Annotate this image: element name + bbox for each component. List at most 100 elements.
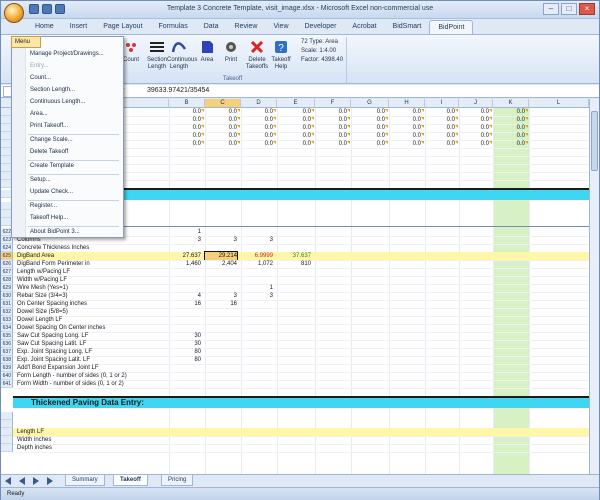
- menu-item-setup[interactable]: Setup...: [30, 177, 51, 183]
- grid-cell[interactable]: 0.0: [241, 108, 273, 116]
- close-button[interactable]: ×: [579, 3, 595, 15]
- row-header[interactable]: 639: [1, 364, 13, 372]
- menu-item-count[interactable]: Count...: [30, 75, 51, 81]
- tab-insert[interactable]: Insert: [62, 20, 96, 34]
- tab-developer[interactable]: Developer: [297, 20, 345, 34]
- data-cell[interactable]: 37.637: [277, 252, 311, 260]
- row-header[interactable]: 625: [1, 252, 13, 260]
- grid-cell[interactable]: 0.0: [493, 132, 525, 140]
- data-cell[interactable]: 1,072: [241, 260, 273, 268]
- data-cell[interactable]: 3: [241, 292, 273, 300]
- formula-input[interactable]: 39633.97421/35454: [147, 87, 209, 94]
- grid-cell[interactable]: 0.0: [493, 140, 525, 148]
- grid-cell[interactable]: 0.0: [169, 124, 201, 132]
- delete-takeoffs-button[interactable]: Delete Takeoffs: [245, 39, 269, 71]
- column-header-h[interactable]: H: [389, 99, 425, 108]
- tab-bidpoint[interactable]: BidPoint: [429, 20, 474, 34]
- grid-cell[interactable]: 0.0: [277, 108, 311, 116]
- grid-cell[interactable]: 0.0: [241, 140, 273, 148]
- grid-cell[interactable]: 0.0: [351, 132, 385, 140]
- column-header-j[interactable]: J: [459, 99, 493, 108]
- column-header-g[interactable]: G: [351, 99, 389, 108]
- tab-data[interactable]: Data: [196, 20, 227, 34]
- data-cell[interactable]: 2,404: [205, 260, 237, 268]
- sheet-nav-first-button[interactable]: [5, 477, 11, 485]
- data-cell[interactable]: 3: [205, 236, 237, 244]
- grid-cell[interactable]: 0.0: [351, 116, 385, 124]
- section-length-button[interactable]: Section Length: [145, 39, 169, 71]
- grid-cell[interactable]: 0.0: [425, 108, 455, 116]
- minimize-button[interactable]: –: [543, 3, 559, 15]
- data-cell[interactable]: 80: [169, 348, 201, 356]
- menu-item-create-template[interactable]: Create Template: [30, 163, 74, 169]
- scroll-thumb[interactable]: [591, 111, 598, 171]
- grid-cell[interactable]: 0.0: [277, 132, 311, 140]
- grid-cell[interactable]: 0.0: [459, 116, 489, 124]
- menu-item-takeoff-help[interactable]: Takeoff Help...: [30, 215, 68, 221]
- sheet-nav-next-button[interactable]: [33, 477, 39, 485]
- grid-cell[interactable]: 0.0: [389, 108, 421, 116]
- row-header[interactable]: 630: [1, 292, 13, 300]
- grid-cell[interactable]: 0.0: [315, 140, 347, 148]
- menu-button[interactable]: Menu: [11, 36, 41, 48]
- maximize-button[interactable]: □: [561, 3, 577, 15]
- grid-cell[interactable]: 0.0: [315, 124, 347, 132]
- tab-view[interactable]: View: [265, 20, 296, 34]
- grid-cell[interactable]: 0.0: [459, 108, 489, 116]
- data-cell[interactable]: 80: [169, 356, 201, 364]
- grid-cell[interactable]: 0.0: [315, 108, 347, 116]
- grid-cell[interactable]: 0.0: [389, 132, 421, 140]
- menu-item-section-length[interactable]: Section Length...: [30, 87, 75, 93]
- row-header[interactable]: 626: [1, 260, 13, 268]
- office-button[interactable]: [4, 3, 24, 23]
- data-cell[interactable]: 810: [277, 260, 311, 268]
- tab-formulas[interactable]: Formulas: [151, 20, 196, 34]
- row-header[interactable]: 635: [1, 332, 13, 340]
- vertical-scrollbar[interactable]: [589, 99, 599, 474]
- tab-acrobat[interactable]: Acrobat: [344, 20, 384, 34]
- grid-cell[interactable]: 0.0: [389, 116, 421, 124]
- row-header[interactable]: 629: [1, 284, 13, 292]
- column-header-c[interactable]: C: [205, 99, 241, 108]
- grid-cell[interactable]: 0.0: [241, 132, 273, 140]
- row-header[interactable]: 631: [1, 300, 13, 308]
- data-cell[interactable]: 3: [169, 236, 201, 244]
- menu-item-area[interactable]: Area...: [30, 111, 48, 117]
- tab-home[interactable]: Home: [27, 20, 62, 34]
- column-header-d[interactable]: D: [241, 99, 277, 108]
- tab-review[interactable]: Review: [227, 20, 266, 34]
- grid-cell[interactable]: 0.0: [169, 108, 201, 116]
- grid-cell[interactable]: 0.0: [277, 140, 311, 148]
- menu-item-manage-project-drawings[interactable]: Manage Project/Drawings...: [30, 51, 104, 57]
- column-header-f[interactable]: F: [315, 99, 351, 108]
- tab-page-layout[interactable]: Page Layout: [95, 20, 150, 34]
- grid-cell[interactable]: 0.0: [459, 140, 489, 148]
- grid-cell[interactable]: 0.0: [389, 140, 421, 148]
- row-header[interactable]: 633: [1, 316, 13, 324]
- data-cell[interactable]: 29.214: [204, 251, 238, 261]
- grid-cell[interactable]: 0.0: [205, 124, 237, 132]
- data-cell[interactable]: 30: [169, 340, 201, 348]
- grid-cell[interactable]: 0.0: [315, 132, 347, 140]
- grid-cell[interactable]: 0.0: [205, 116, 237, 124]
- data-cell[interactable]: 3: [241, 236, 273, 244]
- sheet-tab-takeoff[interactable]: Takeoff: [113, 475, 148, 486]
- grid-cell[interactable]: 0.0: [315, 116, 347, 124]
- column-header-e[interactable]: E: [277, 99, 315, 108]
- grid-cell[interactable]: 0.0: [493, 116, 525, 124]
- row-header[interactable]: 641: [1, 380, 13, 388]
- menu-item-continuous-length[interactable]: Continuous Length...: [30, 99, 85, 105]
- area-button[interactable]: Area: [195, 39, 219, 64]
- grid-cell[interactable]: 0.0: [277, 124, 311, 132]
- grid-cell[interactable]: 0.0: [493, 124, 525, 132]
- grid-cell[interactable]: 0.0: [205, 108, 237, 116]
- data-cell[interactable]: 30: [169, 332, 201, 340]
- row-header[interactable]: 636: [1, 340, 13, 348]
- grid-cell[interactable]: 0.0: [459, 124, 489, 132]
- grid-cell[interactable]: 0.0: [351, 140, 385, 148]
- grid-cell[interactable]: 0.0: [425, 124, 455, 132]
- data-cell[interactable]: 16: [205, 300, 237, 308]
- data-cell[interactable]: 3: [205, 292, 237, 300]
- row-header[interactable]: [1, 420, 13, 428]
- data-cell[interactable]: 1: [169, 228, 201, 236]
